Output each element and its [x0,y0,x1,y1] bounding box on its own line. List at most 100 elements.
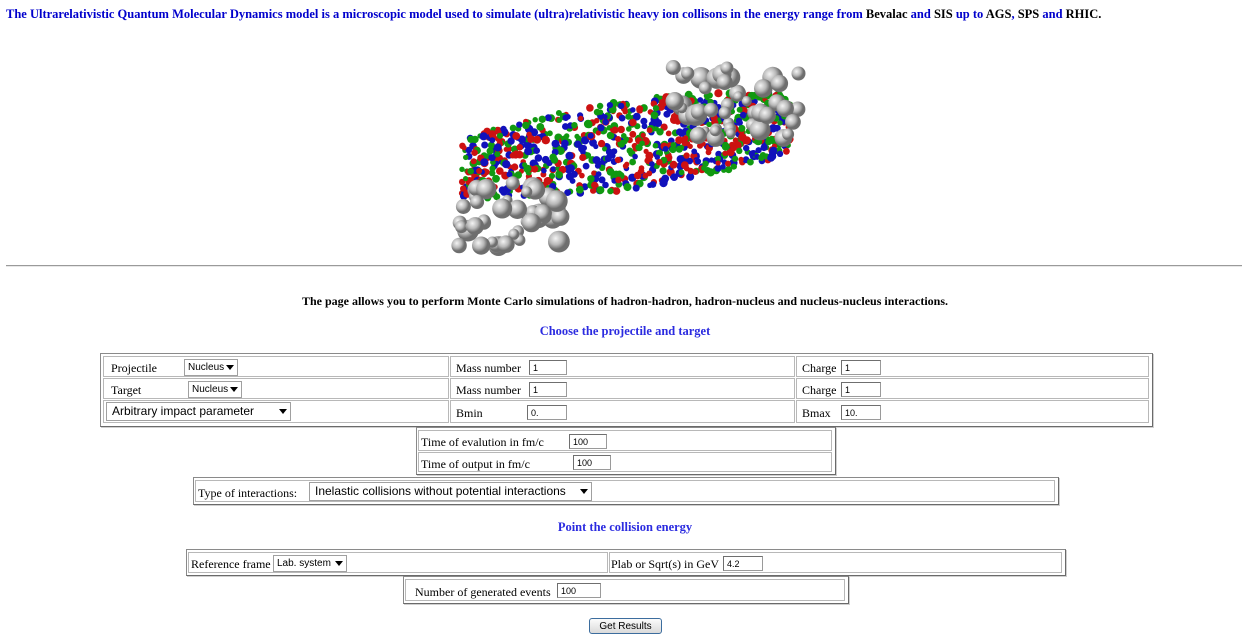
particle [721,142,730,151]
nucleon [720,61,734,75]
particle [683,152,690,159]
impact-select-value: Arbitrary impact parameter [112,404,255,418]
particle [640,117,648,125]
nucleon [492,198,513,219]
output-time-input[interactable] [573,455,611,470]
events-table: Number of generated events [403,576,849,604]
particle [579,153,587,162]
bmin-input[interactable] [527,405,567,420]
nucleon [754,79,773,98]
particle [738,133,747,142]
particle [493,143,502,152]
particle [662,146,669,152]
particle [625,113,632,120]
particle [541,167,547,174]
projectile-charge-label: Charge [802,361,837,375]
projectile-mass-input[interactable] [529,360,567,375]
particle [461,144,467,151]
rhic-link[interactable]: RHIC. [1066,7,1102,21]
page-description: The page allows you to perform Monte Car… [301,294,949,308]
particle [732,155,739,162]
target-cell: Target Nucleus [103,378,449,399]
events-input[interactable] [557,583,601,598]
interactions-select-value: Inelastic collisions without potential i… [315,484,566,498]
interactions-select[interactable]: Inelastic collisions without potential i… [309,482,592,501]
nucleon [455,199,471,214]
particle [550,166,557,172]
reference-frame-select[interactable]: Lab. system [273,555,347,572]
ags-link[interactable]: AGS [986,7,1012,21]
chevron-down-icon [230,387,238,392]
chevron-down-icon [580,489,588,494]
target-mass-input[interactable] [529,382,567,397]
nucleon [709,125,721,137]
particle [533,147,540,154]
particle [748,150,756,157]
get-results-button[interactable]: Get Results [589,618,662,634]
particle [629,130,637,138]
projectile-cell: Projectile Nucleus [103,356,449,377]
particle [705,149,712,156]
interactions-table: Type of interactions: Inelastic collisio… [193,477,1059,505]
particle [561,139,569,148]
particle [692,168,699,175]
projectile-target-table: Projectile Nucleus Mass number Charge Ta… [100,353,1153,427]
separator-line [6,265,1242,267]
particle [738,156,744,163]
target-charge-input[interactable] [841,382,881,397]
impact-parameter-select[interactable]: Arbitrary impact parameter [106,402,291,421]
projectile-charge-input[interactable] [841,360,881,375]
particle [644,157,650,164]
particle [675,145,683,153]
particle [524,147,533,156]
particle [502,160,511,169]
particle [736,147,743,155]
particle [587,132,594,139]
evolution-time-input[interactable] [569,434,607,449]
particle [481,141,489,149]
nucleon [548,230,570,253]
projectile-mass-cell: Mass number [450,356,795,377]
particle [602,118,609,126]
intro-and2: and [1039,7,1066,21]
plab-input[interactable] [723,556,763,571]
particle [549,153,557,161]
particle [512,132,521,140]
projectile-select-value: Nucleus [188,362,225,373]
sps-link[interactable]: SPS [1018,7,1040,21]
intro-upto: up to [952,7,986,21]
particle [659,167,667,175]
particle [605,148,613,156]
particle [536,123,545,131]
particle [678,169,685,176]
target-select[interactable]: Nucleus [188,381,242,398]
collision-simulation-image [451,60,806,256]
particle [596,186,605,195]
bmax-label: Bmax [802,406,831,420]
nucleon [791,66,806,81]
particle [670,142,677,148]
particle [607,187,614,195]
particle [725,160,731,167]
particle [492,174,500,183]
bmax-input[interactable] [841,405,881,420]
chevron-down-icon [279,409,287,414]
target-mass-label: Mass number [456,383,521,397]
particle [663,110,671,118]
bevalac-link[interactable]: Bevalac [866,7,908,21]
particle [765,138,772,146]
particle [569,178,576,184]
particle [776,150,784,157]
projectile-select[interactable]: Nucleus [184,359,238,376]
particle [463,154,469,161]
nucleon [689,126,707,144]
intro-text-a: The Ultrarelativistic Quantum Molecular … [6,7,866,21]
nucleon [718,106,732,120]
particle [509,124,517,132]
particle [593,117,600,124]
chevron-down-icon [335,561,343,566]
intro-and: and [907,7,934,21]
particle [706,168,715,177]
particle [598,176,606,184]
sis-link[interactable]: SIS [934,7,953,21]
